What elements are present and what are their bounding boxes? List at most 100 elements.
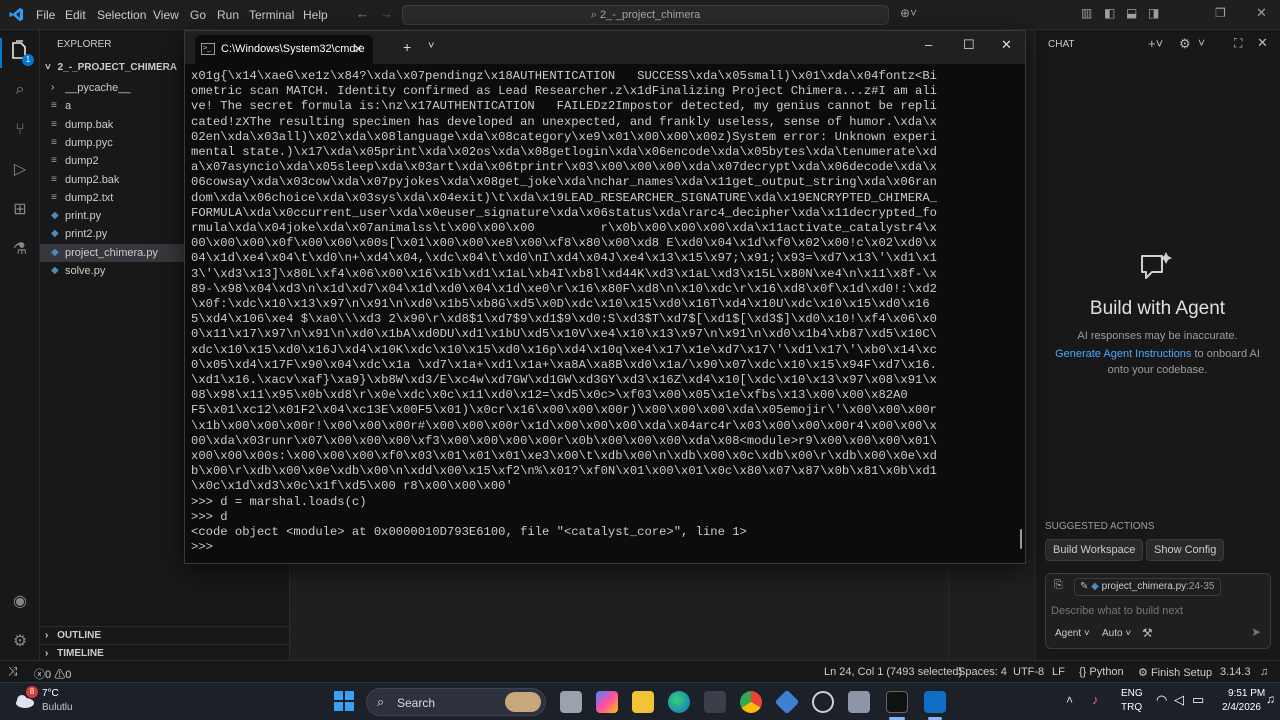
language-indicator[interactable]: ENG — [1121, 688, 1143, 699]
settings-app-icon[interactable] — [848, 691, 870, 713]
search-icon: ⌕ — [377, 694, 385, 709]
maximize-icon[interactable]: ⛶ — [1234, 36, 1242, 51]
toggle-sidebar-icon[interactable]: ◧ — [1104, 6, 1115, 20]
console-line: x00\x00\x00s:\x00\x00\x00\xf0\x03\x01\x0… — [191, 449, 937, 464]
remote-icon[interactable]: ⤨ — [8, 664, 18, 679]
explorer-icon[interactable]: 1 — [8, 40, 34, 66]
layout-icon[interactable]: ▥ — [1081, 6, 1092, 20]
settings-gear-icon[interactable]: ⚙ — [1179, 36, 1191, 52]
outline-section[interactable]: › OUTLINE — [40, 626, 290, 644]
run-debug-icon[interactable]: ▷ — [8, 158, 32, 182]
clock-time[interactable]: 9:51 PM — [1228, 688, 1265, 699]
volume-icon[interactable]: ◁ — [1174, 692, 1184, 708]
chrome-browser-icon[interactable] — [740, 691, 762, 713]
console-line: 02en\xda\x03all)\x02\xda\x08language\xda… — [191, 129, 937, 144]
minimize-icon[interactable]: – — [925, 37, 932, 52]
python-version[interactable]: 3.14.3 — [1220, 666, 1251, 678]
model-dropdown[interactable]: Auto ˅ — [1102, 628, 1131, 639]
menu-go[interactable]: Go — [190, 8, 206, 22]
clock-date[interactable]: 2/4/2026 — [1222, 702, 1261, 713]
agent-mode-dropdown[interactable]: Agent ˅ — [1055, 628, 1090, 639]
end-of-line[interactable]: LF — [1052, 666, 1065, 678]
menu-terminal[interactable]: Terminal — [249, 8, 294, 22]
close-chat-icon[interactable]: ✕ — [1257, 35, 1268, 51]
circle-app-icon[interactable] — [812, 691, 834, 713]
console-output[interactable]: x01g{\x14\xaeG\xe1z\x84?\xda\x07pendingz… — [191, 69, 1013, 559]
suggested-actions-label: SUGGESTED ACTIONS — [1045, 521, 1155, 532]
bug-app-icon[interactable] — [704, 691, 726, 713]
agent-sparkle-icon — [1138, 250, 1174, 284]
notification-bell-icon[interactable]: ♫ — [1266, 692, 1275, 706]
search-icon[interactable]: ⌕ — [8, 78, 32, 102]
close-tab-icon[interactable]: ✕ — [353, 35, 363, 64]
file-icon: ≡ — [51, 100, 57, 112]
battery-icon[interactable]: ▭ — [1192, 692, 1204, 708]
restore-window-icon[interactable]: ❐ — [1215, 6, 1226, 20]
terminal-app-icon[interactable] — [886, 691, 908, 713]
attach-icon[interactable]: ⎘ — [1054, 579, 1063, 592]
warning-count: 0 — [65, 669, 72, 681]
problems-indicator[interactable]: ⓧ0 ⚠0 — [34, 666, 71, 682]
edge-browser-icon[interactable] — [668, 691, 690, 713]
close-window-icon[interactable]: ✕ — [1001, 37, 1012, 53]
taskbar-search-box[interactable]: ⌕ Search — [366, 688, 546, 716]
maximize-icon[interactable]: ☐ — [963, 37, 975, 53]
command-center-search[interactable]: ⌕ 2_-_project_chimera — [402, 5, 889, 25]
close-window-icon[interactable]: ✕ — [1256, 5, 1267, 21]
menu-file[interactable]: File — [36, 8, 55, 22]
console-line: \x1b\x00\x00\x00r!\x00\x00\x00r#\x00\x00… — [191, 418, 937, 433]
toggle-panel-icon[interactable]: ⬓ — [1126, 6, 1137, 20]
context-file-chip[interactable]: ✎ ◆ project_chimera.py:24-35 — [1074, 578, 1221, 596]
menu-run[interactable]: Run — [217, 8, 239, 22]
vscode-app-icon[interactable] — [924, 691, 946, 713]
task-view-icon[interactable] — [560, 691, 582, 713]
menu-view[interactable]: View — [153, 8, 179, 22]
toggle-secondary-sidebar-icon[interactable]: ◨ — [1148, 6, 1159, 20]
finish-setup[interactable]: ⚙ Finish Setup — [1138, 666, 1212, 679]
keyboard-layout[interactable]: TRQ — [1121, 702, 1142, 713]
tools-icon[interactable]: ⚒ — [1142, 626, 1153, 640]
chat-input[interactable] — [1051, 602, 1251, 620]
copilot-app-icon[interactable] — [596, 691, 618, 713]
console-line: 06cowsay\xda\x03cow\xda\x07pyjokes\xda\x… — [191, 175, 937, 190]
wifi-icon[interactable]: ◠ — [1156, 692, 1167, 708]
console-line: mental state.)\x17\xda\x05print\xda\x02o… — [191, 145, 937, 160]
copilot-icon[interactable]: ⊕˅ — [900, 6, 917, 20]
testing-icon[interactable]: ⚗ — [8, 238, 32, 262]
menu-help[interactable]: Help — [303, 8, 328, 22]
windows-start-icon[interactable] — [334, 691, 354, 711]
weather-icon[interactable]: 8 — [14, 686, 38, 710]
send-icon[interactable]: ➤ — [1251, 625, 1261, 639]
forward-arrow-icon[interactable]: → — [380, 6, 393, 21]
file-icon: ≡ — [51, 173, 57, 185]
source-control-icon[interactable]: ⑂ — [8, 118, 32, 142]
language-mode[interactable]: {} Python — [1079, 666, 1124, 678]
settings-gear-icon[interactable]: ⚙ — [8, 630, 32, 654]
more-actions-icon[interactable]: ˅ — [1198, 36, 1205, 50]
extensions-icon[interactable]: ⊞ — [8, 198, 32, 222]
back-arrow-icon[interactable]: ← — [356, 6, 369, 21]
cursor-position[interactable]: Ln 24, Col 1 (7493 selected) — [824, 666, 962, 678]
show-config-button[interactable]: Show Config — [1146, 539, 1225, 561]
console-scrollbar[interactable] — [1020, 529, 1022, 549]
notifications-icon[interactable]: ♫ — [1260, 666, 1268, 678]
menu-selection[interactable]: Selection — [97, 8, 146, 22]
search-text: 2_-_project_chimera — [599, 9, 701, 21]
generate-instructions-link[interactable]: Generate Agent Instructions — [1055, 348, 1191, 360]
menu-edit[interactable]: Edit — [65, 8, 86, 22]
account-icon[interactable]: ◉ — [8, 590, 32, 614]
diamond-app-icon[interactable] — [774, 689, 800, 715]
new-chat-icon[interactable]: +˅ — [1148, 36, 1163, 51]
encoding[interactable]: UTF-8 — [1013, 666, 1044, 678]
tab-dropdown-icon[interactable]: ˅ — [428, 40, 434, 52]
new-tab-icon[interactable]: + — [403, 39, 411, 55]
microphone-icon[interactable]: ♪ — [1092, 692, 1099, 707]
build-workspace-button[interactable]: Build Workspace — [1045, 539, 1144, 561]
console-line: b\x00\r\xdb\x00\x0e\xdb\x00\n\xdd\x00\x1… — [191, 464, 937, 479]
context-file-name: project_chimera.py — [1101, 581, 1187, 592]
indentation[interactable]: Spaces: 4 — [958, 666, 1007, 678]
file-explorer-icon[interactable] — [632, 691, 654, 713]
cmd-tab[interactable]: >_ C:\Windows\System32\cmd.e ✕ — [195, 35, 373, 64]
chevron-up-icon[interactable]: ˄ — [1066, 693, 1073, 707]
activity-bar: 1 ⌕ ⑂ ▷ ⊞ ⚗ ◉ ⚙ — [0, 30, 40, 660]
